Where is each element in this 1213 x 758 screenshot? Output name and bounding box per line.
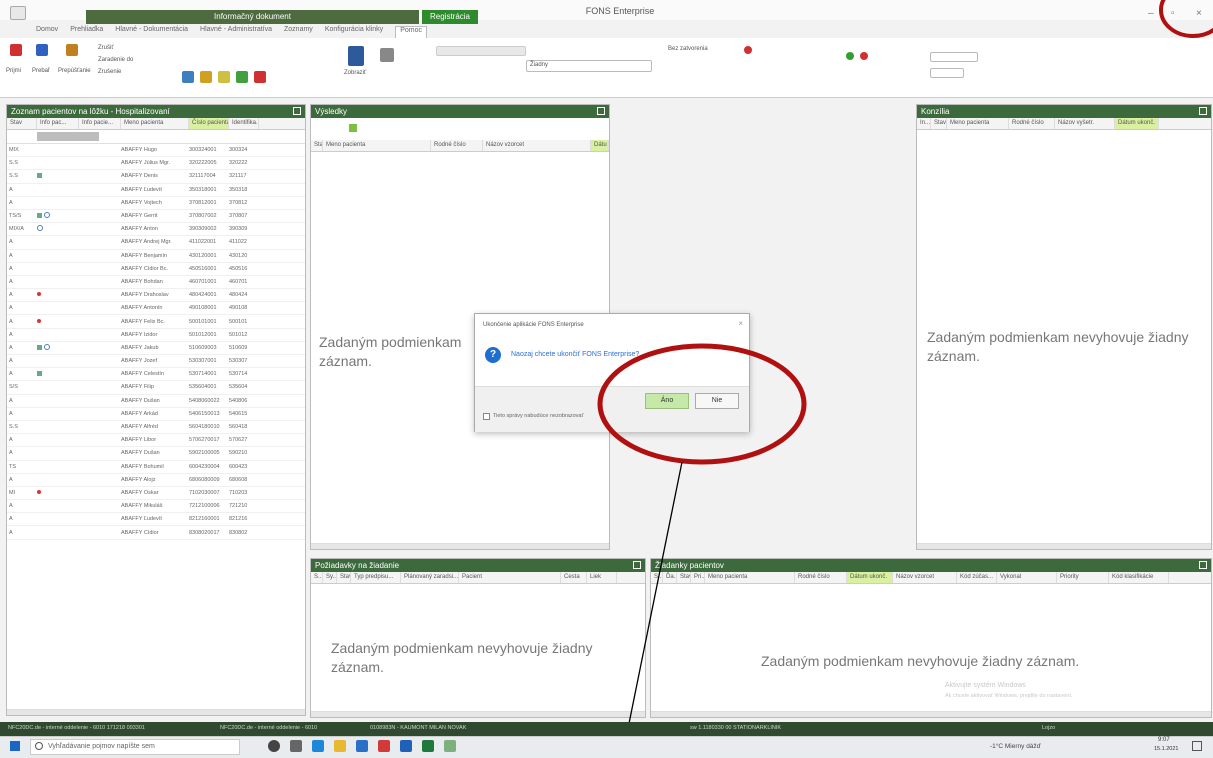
status-item: sw 1.1180330 00 STATIONARKLINIK	[690, 725, 782, 731]
clock-time[interactable]: 9:07	[1158, 737, 1170, 743]
notification-icon[interactable]	[1192, 741, 1202, 751]
annotation-circle-close	[1159, 0, 1213, 38]
annotation-circle-dialog	[597, 343, 807, 465]
task-view-icon[interactable]	[268, 740, 280, 752]
status-item: NFC20DC.de - interné oddelenie - 6010	[220, 725, 318, 731]
weather-tray[interactable]: -1°C Mierny dážď	[990, 743, 1041, 750]
status-bar: NFC20DC.de - interné oddelenie - 6010 17…	[0, 722, 1213, 736]
widgets-icon[interactable]	[290, 740, 302, 752]
search-icon	[35, 742, 43, 750]
annotation-overlay	[597, 0, 1213, 758]
clock-date[interactable]: 15.1.2021	[1154, 746, 1178, 752]
annotation-line	[621, 461, 683, 758]
word-icon[interactable]	[400, 740, 412, 752]
taskbar-search-placeholder: Vyhľadávanie pojmov napíšte sem	[48, 743, 155, 750]
store-icon[interactable]	[356, 740, 368, 752]
edge-icon[interactable]	[312, 740, 324, 752]
file-explorer-icon[interactable]	[334, 740, 346, 752]
app-icon[interactable]	[378, 740, 390, 752]
status-item: NFC20DC.de - interné oddelenie - 6010 17…	[8, 725, 145, 731]
status-user: Lojzo	[1042, 725, 1056, 731]
excel-icon[interactable]	[422, 740, 434, 752]
fons-app-icon[interactable]	[444, 740, 456, 752]
windows-start-icon[interactable]	[10, 741, 20, 751]
status-item: 0108983N - KAUMONT MILAN NOVAK	[370, 725, 467, 731]
